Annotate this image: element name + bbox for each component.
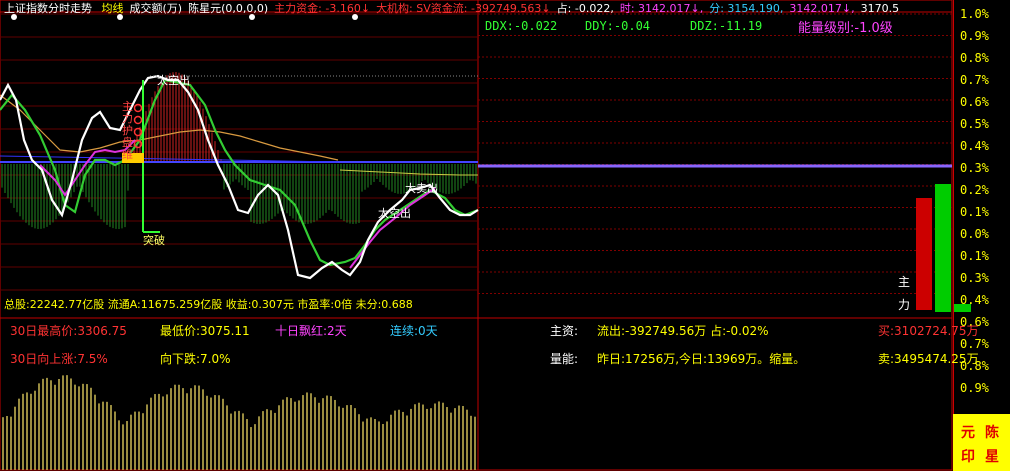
zhuzi-label: 主资:	[550, 324, 579, 338]
axis-label: 0.1%	[960, 205, 989, 219]
zhuli-label-1: 主	[898, 275, 911, 289]
header-item: 陈星元(0,0,0,0)	[188, 2, 269, 15]
low-price: 最低价:3075.11	[160, 324, 250, 338]
volume-label: 量能:	[550, 352, 579, 366]
axis-label: 0.7%	[960, 337, 989, 351]
axis-label: 0.5%	[960, 117, 989, 131]
header-item: 分: 3154.190,	[709, 2, 784, 15]
axis-label: 0.3%	[960, 161, 989, 175]
axis-label: 0.1%	[960, 249, 989, 263]
red10: 十日飘红:2天	[275, 324, 347, 338]
avg-orange-line	[0, 94, 339, 161]
ddx-value: DDX:-0.022	[485, 19, 558, 33]
volume-info: 昨日:17256万,今日:13969万。缩量。	[597, 352, 806, 366]
hi30: 30日最高价:3306.75	[10, 324, 127, 338]
axis-label: 0.8%	[960, 51, 989, 65]
buy-amount: 买:3102724.75万	[878, 324, 979, 338]
header-item: 3142.017↓,	[789, 2, 855, 15]
tag-circles	[133, 103, 143, 149]
left-tags: 主力护盘维	[122, 101, 133, 161]
axis-label: 0.7%	[960, 73, 989, 87]
seal-stamp: 元 陈 印 星	[953, 414, 1010, 471]
axis-label: 0.4%	[960, 293, 989, 307]
axis-label: 0.9%	[960, 381, 989, 395]
ddz-value: DDZ:-11.19	[690, 19, 763, 33]
zhuli-green-bar	[935, 184, 951, 312]
annot-sell2: 太空出	[378, 207, 411, 220]
left-tag: 维	[122, 148, 133, 161]
axis-label: 0.9%	[960, 29, 989, 43]
axis-label: 0.4%	[960, 139, 989, 153]
zhuli-red-bar	[916, 198, 932, 310]
zhuli-label-2: 力	[898, 298, 911, 312]
header-item: 主力资金: -3.160↓	[274, 2, 371, 15]
up30: 30日向上涨:7.5%	[10, 352, 108, 366]
down: 向下跌:7.0%	[160, 352, 231, 366]
axis-label: 0.2%	[960, 183, 989, 197]
streak: 连续:0天	[390, 324, 438, 338]
ddy-value: DDY:-0.04	[585, 19, 651, 33]
annot-sell1: 大卖出	[405, 182, 438, 195]
axis-label: 0.6%	[960, 95, 989, 109]
sell-amount: 卖:3495474.25万	[878, 352, 979, 366]
outflow: 流出:-392749.56万 占:-0.02%	[597, 324, 769, 338]
header-item: 均线	[101, 2, 124, 15]
axis-label: 0.3%	[960, 271, 989, 285]
header-item: 大机构: SV资金流: -392749.563↓	[376, 2, 551, 15]
volume-bars	[2, 375, 476, 470]
annot-peak: 太空出	[157, 74, 190, 87]
header-bar: 上证指数分时走势 均线 成交额(万) 陈星元(0,0,0,0) 主力资金: -3.16…	[4, 0, 899, 16]
header-item: 成交额(万)	[129, 2, 183, 15]
energy-level: 能量级别:-1.0级	[798, 21, 893, 36]
header-item: 占: -0.022,	[556, 2, 614, 15]
yellow-right-line	[339, 169, 478, 176]
stock-summary: 总股:22242.77亿股 流通A:11675.259亿股 收益:0.307元 …	[4, 298, 413, 311]
chart-title: 上证指数分时走势	[4, 2, 92, 15]
axis-label: 1.0%	[960, 7, 989, 21]
annot-breakthrough: 突破	[143, 234, 165, 247]
header-item: 时: 3142.017↓,	[619, 2, 704, 15]
axis-label: 0.0%	[960, 227, 989, 241]
header-item: 3170.5	[860, 2, 900, 15]
